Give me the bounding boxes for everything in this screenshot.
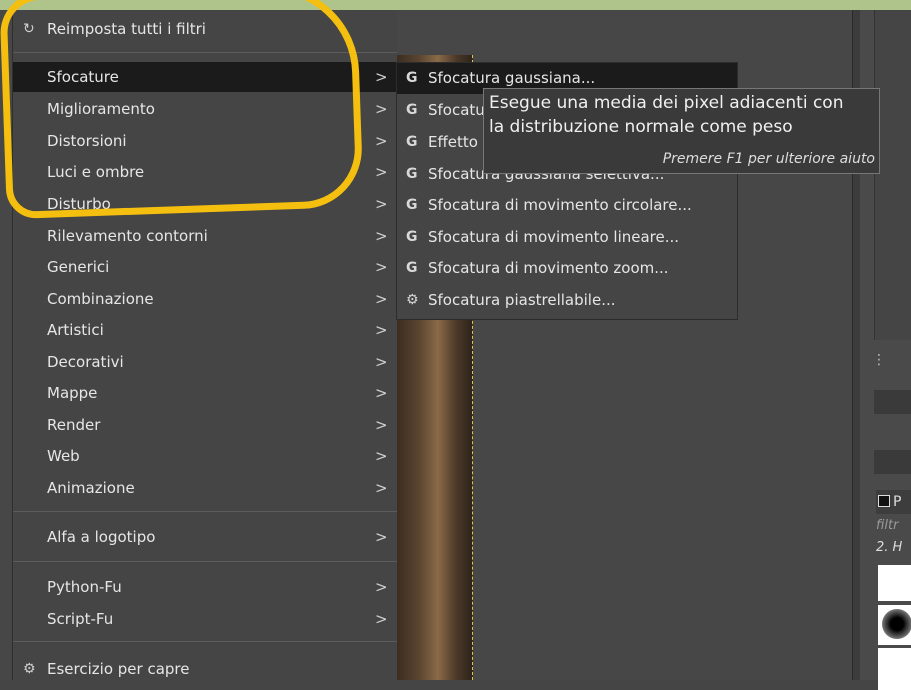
menu-item-script-fu[interactable]: Script-Fu > [13, 604, 397, 634]
menu-item-rilevamento-contorni[interactable]: Rilevamento contorni > [13, 221, 397, 251]
brush-tab-icon [878, 495, 890, 507]
dock-row[interactable] [874, 450, 911, 474]
tooltip-line: Esegue una media dei pixel adiacenti con [489, 93, 844, 113]
menu-item-label: Distorsioni [47, 132, 127, 150]
chevron-right-icon: > [375, 68, 388, 86]
brushes-tab-label: P [893, 494, 902, 510]
menu-separator [13, 641, 397, 642]
brush-thumbnail[interactable] [878, 648, 911, 690]
menu-item-disturbo[interactable]: Disturbo > [13, 189, 397, 219]
menu-item-python-fu[interactable]: Python-Fu > [13, 572, 397, 602]
submenu-item-label: Effetto [428, 133, 478, 151]
menu-separator [13, 561, 397, 562]
reset-icon: ↻ [23, 21, 35, 37]
menu-item-distorsioni[interactable]: Distorsioni > [13, 126, 397, 156]
submenu-item-label: Sfocatu [428, 101, 485, 119]
tooltip-line: la distribuzione normale come peso [489, 117, 793, 137]
menu-item-animazione[interactable]: Animazione > [13, 473, 397, 503]
menu-item-label: Mappe [47, 384, 98, 402]
chevron-right-icon: > [375, 447, 388, 465]
chevron-right-icon: > [375, 132, 388, 150]
chevron-right-icon: > [375, 479, 388, 497]
menu-item-label: Animazione [47, 479, 135, 497]
submenu-item-movimento-circolare[interactable]: G Sfocatura di movimento circolare... [397, 190, 737, 221]
menu-separator [13, 52, 397, 53]
gegl-icon: G [406, 134, 418, 150]
submenu-item-label: Sfocatura di movimento lineare... [428, 228, 680, 246]
chevron-right-icon: > [375, 290, 388, 308]
menu-item-sfocature[interactable]: Sfocature > [13, 62, 397, 92]
menu-item-label: Disturbo [47, 195, 111, 213]
reset-filters-item[interactable]: ↻ Reimposta tutti i filtri [13, 14, 397, 44]
chevron-right-icon: > [375, 528, 388, 546]
submenu-item-movimento-lineare[interactable]: G Sfocatura di movimento lineare... [397, 222, 737, 253]
menu-item-label: Alfa a logotipo [47, 528, 156, 546]
gegl-icon: G [406, 229, 418, 245]
chevron-right-icon: > [375, 163, 388, 181]
menu-item-decorativi[interactable]: Decorativi > [13, 347, 397, 377]
plugin-icon: ⚙ [406, 292, 419, 308]
submenu-item-label: Sfocatura piastrellabile... [428, 291, 616, 309]
chevron-right-icon: > [375, 321, 388, 339]
reset-filters-label: Reimposta tutti i filtri [47, 20, 206, 38]
window-top-strip [0, 0, 911, 10]
brushes-tab[interactable]: P [876, 490, 911, 514]
brush-filter-input[interactable]: filtr [876, 518, 911, 538]
chevron-right-icon: > [375, 416, 388, 434]
menu-item-artistici[interactable]: Artistici > [13, 315, 397, 345]
submenu-item-piastrellabile[interactable]: ⚙ Sfocatura piastrellabile... [397, 285, 737, 316]
tooltip: Esegue una media dei pixel adiacenti con… [483, 88, 880, 174]
brush-dot-icon [882, 609, 911, 639]
brush-thumbnail[interactable] [878, 605, 911, 645]
gegl-icon: G [406, 102, 418, 118]
menu-item-label: Render [47, 416, 101, 434]
menu-item-label: Luci e ombre [47, 163, 145, 181]
chevron-right-icon: > [375, 384, 388, 402]
menu-item-label: Miglioramento [47, 100, 155, 118]
menu-item-label: Generici [47, 258, 110, 276]
brush-name: 2. H [876, 540, 903, 555]
menu-item-miglioramento[interactable]: Miglioramento > [13, 94, 397, 124]
tooltip-help: Premere F1 per ulteriore aiuto [662, 151, 875, 167]
menu-item-generici[interactable]: Generici > [13, 252, 397, 282]
chevron-right-icon: > [375, 100, 388, 118]
menu-item-label: Web [47, 447, 80, 465]
brush-thumbnail[interactable] [878, 565, 911, 601]
menu-item-label: Sfocature [47, 68, 119, 86]
gegl-icon: G [406, 197, 418, 213]
menu-separator [13, 511, 397, 512]
menu-item-label: Decorativi [47, 353, 124, 371]
menu-item-luci-e-ombre[interactable]: Luci e ombre > [13, 157, 397, 187]
chevron-right-icon: > [375, 258, 388, 276]
menu-item-render[interactable]: Render > [13, 410, 397, 440]
dock-panel-top [874, 10, 911, 340]
menu-item-alfa-a-logotipo[interactable]: Alfa a logotipo > [13, 522, 397, 552]
gegl-icon: G [406, 70, 418, 86]
chevron-right-icon: > [375, 610, 388, 628]
menu-item-label: Script-Fu [47, 610, 114, 628]
menu-item-combinazione[interactable]: Combinazione > [13, 284, 397, 314]
dock-grip-icon[interactable]: ⋮ [872, 352, 886, 368]
menu-item-label: Artistici [47, 321, 104, 339]
dock-row[interactable] [874, 390, 911, 414]
gegl-icon: G [406, 166, 418, 182]
submenu-item-label: Sfocatura di movimento circolare... [428, 196, 692, 214]
chevron-right-icon: > [375, 353, 388, 371]
menu-item-label: Python-Fu [47, 578, 122, 596]
submenu-item-label: Sfocatura di movimento zoom... [428, 259, 669, 277]
chevron-right-icon: > [375, 578, 388, 596]
submenu-item-movimento-zoom[interactable]: G Sfocatura di movimento zoom... [397, 253, 737, 284]
chevron-right-icon: > [375, 195, 388, 213]
menu-item-label: Combinazione [47, 290, 154, 308]
filters-menu: ↻ Reimposta tutti i filtri Sfocature > Mi… [12, 10, 397, 680]
gegl-icon: G [406, 260, 418, 276]
chevron-right-icon: > [375, 227, 388, 245]
menu-item-web[interactable]: Web > [13, 441, 397, 471]
menu-item-mappe[interactable]: Mappe > [13, 378, 397, 408]
menu-item-label: Rilevamento contorni [47, 227, 208, 245]
